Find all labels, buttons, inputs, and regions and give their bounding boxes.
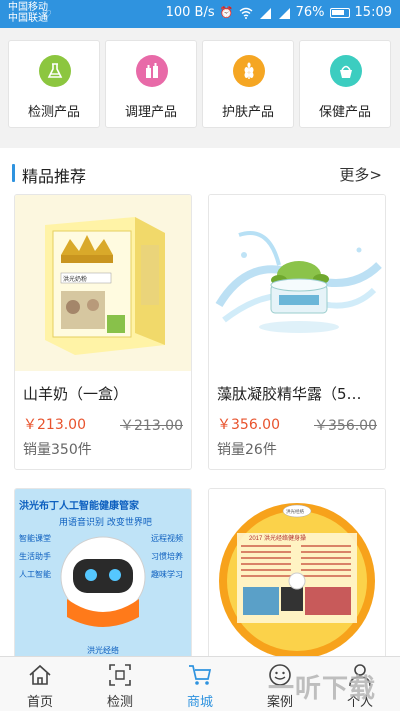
- category-testing[interactable]: 检测产品: [8, 40, 100, 128]
- clock: 15:09: [354, 5, 392, 20]
- product-name: 山羊奶（一盒）: [23, 385, 129, 403]
- product-card-goat-milk[interactable]: 洪光奶粉 山羊奶（一盒） ￥213.00 ￥213.00 销量350件: [14, 194, 192, 470]
- wheat-icon: [233, 55, 265, 87]
- featured-section: 精品推荐 更多> 洪光奶粉 山羊奶（一盒） ￥213.00 ￥213.00 销量…: [0, 148, 400, 664]
- banner-subtitle: 用语音识别 改变世界吧: [59, 518, 152, 528]
- nav-detect[interactable]: 检测: [80, 657, 160, 711]
- flask-icon: [39, 55, 71, 87]
- section-title: 精品推荐: [22, 167, 87, 186]
- svg-text:洪光奶粉: 洪光奶粉: [63, 275, 87, 283]
- nav-home[interactable]: 首页: [0, 657, 80, 711]
- product-name: 藻肽凝胶精华露（5…: [217, 385, 362, 403]
- basket-icon: [330, 55, 362, 87]
- category-conditioning[interactable]: 调理产品: [105, 40, 197, 128]
- banner-tag: 人工智能: [19, 570, 51, 579]
- battery-percent: 76%: [295, 5, 325, 20]
- category-skincare[interactable]: 护肤产品: [202, 40, 294, 128]
- category-label: 调理产品: [124, 105, 177, 120]
- alarm-icon: ⏰: [219, 5, 234, 19]
- category-label: 护肤产品: [221, 105, 274, 120]
- product-sales: 销量26件: [217, 442, 277, 458]
- banner-title: 洪光布丁人工智能健康管家: [19, 501, 139, 512]
- robot-illustration: [60, 536, 146, 627]
- nav-label: 商城: [186, 695, 213, 710]
- banner-tag: 趣味学习: [151, 570, 183, 579]
- net-speed: 100 B/s: [165, 5, 215, 20]
- product-card-dvd[interactable]: 2017 洪光经络健身操 洪光经络: [208, 488, 386, 664]
- cart-icon: [189, 665, 212, 685]
- product-card-ai-robot[interactable]: 洪光布丁人工智能健康管家 用语音识别 改变世界吧 智能课堂 生活助手 人工智能 …: [14, 488, 192, 664]
- signal-icon-1: [258, 7, 272, 19]
- product-card-algae-gel[interactable]: 藻肽凝胶精华露（5… ￥356.00 ￥356.00 销量26件: [208, 194, 386, 470]
- banner-tag: 智能课堂: [19, 534, 51, 543]
- banner-caption: 洪光经络: [87, 646, 119, 655]
- watermark: 一听下载: [268, 674, 377, 704]
- more-link[interactable]: 更多>: [339, 164, 382, 185]
- algae-gel-jar-image: [209, 195, 385, 371]
- category-health[interactable]: 保健产品: [299, 40, 391, 128]
- signal-icon-2: [277, 7, 291, 19]
- dvd-disc-image: 2017 洪光经络健身操 洪光经络: [209, 489, 385, 663]
- bottles-icon: [136, 55, 168, 87]
- battery-icon: [329, 7, 350, 18]
- scan-icon: [109, 664, 131, 686]
- nav-mall[interactable]: 商城: [160, 657, 240, 711]
- product-original-price: ￥356.00: [314, 418, 377, 434]
- wifi-icon: [239, 7, 253, 19]
- ai-robot-banner-image: 洪光布丁人工智能健康管家 用语音识别 改变世界吧 智能课堂 生活助手 人工智能 …: [15, 489, 191, 663]
- category-label: 检测产品: [27, 105, 80, 120]
- home-icon: [29, 664, 51, 685]
- status-bar: 中国移动 中国联通 ♡ 100 B/s ⏰ 76% 15:09: [0, 0, 400, 28]
- banner-tag: 远程视频: [151, 534, 183, 543]
- nav-label: 首页: [26, 695, 53, 710]
- category-label: 保健产品: [318, 105, 371, 120]
- section-accent-bar: [12, 164, 15, 182]
- heart-monitor-icon: ♡: [42, 8, 52, 21]
- status-right: 100 B/s ⏰ 76% 15:09: [166, 5, 392, 20]
- banner-tag: 习惯培养: [151, 552, 183, 561]
- disc-brand: 洪光经络: [286, 508, 304, 515]
- disc-title: 2017 洪光经络健身操: [249, 534, 306, 542]
- product-price: ￥213.00: [23, 417, 86, 433]
- carriers: 中国移动 中国联通 ♡: [8, 2, 52, 24]
- product-sales: 销量350件: [23, 442, 92, 458]
- category-row: 检测产品 调理产品 护肤产品 保健产品: [0, 28, 400, 136]
- product-original-price: ￥213.00: [120, 418, 183, 434]
- banner-tag: 生活助手: [19, 552, 51, 561]
- goat-milk-box-image: 洪光奶粉: [15, 195, 191, 371]
- product-price: ￥356.00: [217, 417, 280, 433]
- nav-label: 检测: [106, 695, 133, 710]
